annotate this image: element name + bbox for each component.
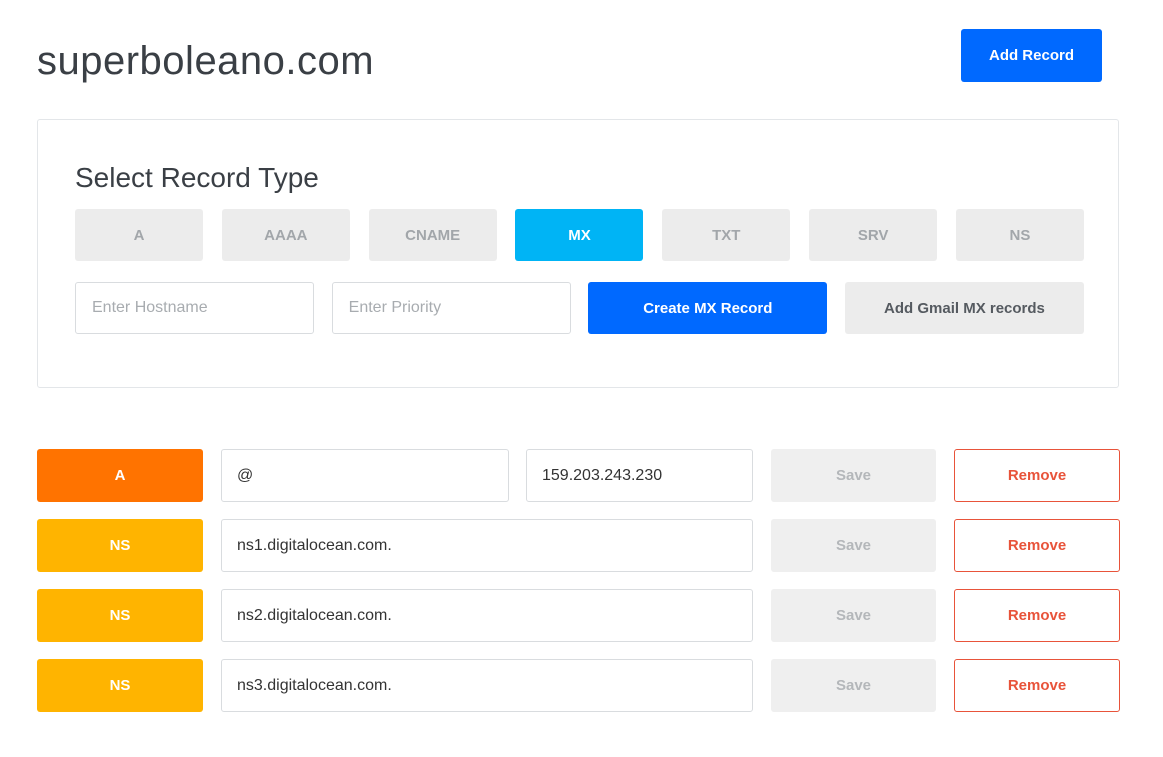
record-name-input[interactable] [221, 659, 753, 712]
remove-button[interactable]: Remove [954, 589, 1120, 642]
save-button[interactable]: Save [771, 589, 936, 642]
record-type-badge: NS [37, 519, 203, 572]
record-row: NS Save Remove [37, 659, 1120, 712]
domain-title: superboleano.com [37, 39, 375, 83]
record-row: NS Save Remove [37, 519, 1120, 572]
record-row: NS Save Remove [37, 589, 1120, 642]
remove-button[interactable]: Remove [954, 449, 1120, 502]
save-button[interactable]: Save [771, 519, 936, 572]
type-button-txt[interactable]: TXT [662, 209, 791, 261]
type-button-a[interactable]: A [75, 209, 203, 261]
save-button[interactable]: Save [771, 449, 936, 502]
record-value-input[interactable] [526, 449, 753, 502]
record-name-input[interactable] [221, 519, 753, 572]
remove-button[interactable]: Remove [954, 659, 1120, 712]
type-button-aaaa[interactable]: AAAA [221, 209, 350, 261]
type-button-mx[interactable]: MX [515, 209, 644, 261]
record-form: Create MX Record Add Gmail MX records [75, 282, 1084, 334]
add-record-button[interactable]: Add Record [961, 29, 1102, 82]
record-type-badge: NS [37, 659, 203, 712]
create-mx-record-button[interactable]: Create MX Record [588, 282, 828, 334]
type-button-cname[interactable]: CNAME [368, 209, 497, 261]
record-name-input[interactable] [221, 449, 509, 502]
record-type-panel: Select Record Type A AAAA CNAME MX TXT S… [37, 119, 1119, 388]
save-button[interactable]: Save [771, 659, 936, 712]
record-type-badge: A [37, 449, 203, 502]
remove-button[interactable]: Remove [954, 519, 1120, 572]
panel-heading: Select Record Type [75, 162, 319, 193]
records-list: A Save Remove NS Save Remove NS Save Rem… [37, 449, 1120, 729]
type-button-ns[interactable]: NS [955, 209, 1084, 261]
record-row: A Save Remove [37, 449, 1120, 502]
record-name-input[interactable] [221, 589, 753, 642]
record-type-badge: NS [37, 589, 203, 642]
record-type-selector: A AAAA CNAME MX TXT SRV NS [75, 209, 1084, 261]
priority-input[interactable] [331, 282, 571, 334]
type-button-srv[interactable]: SRV [809, 209, 938, 261]
add-gmail-mx-button[interactable]: Add Gmail MX records [844, 282, 1084, 334]
hostname-input[interactable] [75, 282, 314, 334]
